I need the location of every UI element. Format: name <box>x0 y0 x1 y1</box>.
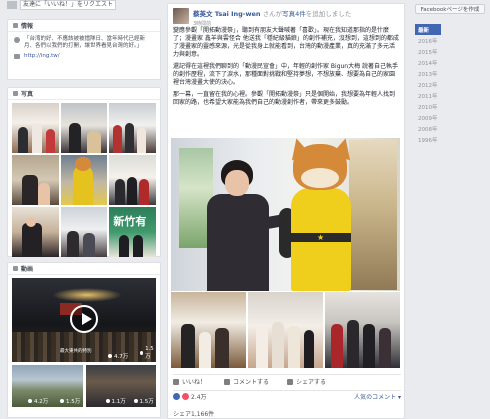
photos-card: 写真 新竹有 <box>7 87 161 257</box>
post-stats: 2.4万 人気のコメント ▾ <box>173 390 401 401</box>
share-button[interactable]: シェアする <box>287 377 326 386</box>
action-prefix: さんが <box>262 10 283 18</box>
post-header: 蔡英文 Tsai Ing-wen さんが写真4件を追加しました 3時間前 <box>168 4 404 27</box>
video-duration: 1.5万 <box>60 397 80 405</box>
timeline-item-2010[interactable]: 2010年 <box>415 101 441 112</box>
photo-thumbnail[interactable] <box>60 155 108 205</box>
share-count[interactable]: シェア1,166件 <box>173 409 214 418</box>
photo-thumbnail[interactable] <box>12 155 59 205</box>
timeline-item-2008[interactable]: 2008年 <box>415 123 441 134</box>
timeline-item-2011[interactable]: 2011年 <box>415 90 441 101</box>
globe-icon <box>14 54 20 59</box>
timeline-post: 蔡英文 Tsai Ing-wen さんが写真4件を追加しました 3時間前 變應參… <box>167 3 405 419</box>
video-row: 4.2万 1.5万 1.1万 1.5万 <box>12 365 156 407</box>
views-icon <box>105 399 110 403</box>
comment-sort-dropdown[interactable]: 人気のコメント ▾ <box>354 392 401 401</box>
video-icon <box>13 266 18 271</box>
post-paragraph: 還記得在這裡我們聊到的「動漫民宣會」中，年輕的創作家 Bigun大梅 說著自己執… <box>173 63 399 86</box>
action-suffix: を追加しました <box>305 10 352 18</box>
author-name[interactable]: 蔡英文 Tsai Ing-wen <box>193 10 261 18</box>
videos-card: 動画 最大東共的特別 4.7万 1.5万 4.2万 1.5万 1.1万 1.5万 <box>7 262 161 418</box>
photo-thumbnail[interactable] <box>109 103 156 153</box>
timeline-item-2012[interactable]: 2012年 <box>415 79 441 90</box>
thumbs-up-icon <box>173 378 179 385</box>
reaction-summary[interactable]: 2.4万 <box>173 392 207 401</box>
comment-icon <box>224 378 231 385</box>
about-card: 情報 「台湾的好、不應該被被擋隊日、當年時代已經新月、各們以我們的打開，讓世界看… <box>7 19 161 80</box>
post-photo-thumbnail[interactable] <box>325 292 400 368</box>
love-reaction-icon <box>182 393 189 400</box>
like-button[interactable]: いいね！ <box>173 377 206 386</box>
views-icon <box>108 354 112 358</box>
timeline-year-nav: 最新 2016年 2015年 2014年 2013年 2012年 2011年 2… <box>415 24 441 145</box>
post-paragraph: 那一幕，一直留在我的心裡。參觀「開拓動漫祭」只是個開始，我想要為年輕人找到回家的… <box>173 91 396 106</box>
view-count: 4.7万 <box>108 352 128 360</box>
videos-card-header[interactable]: 動画 <box>8 263 160 275</box>
quote-icon <box>14 37 20 43</box>
reaction-count[interactable]: 2.4万 <box>191 392 207 401</box>
clock-icon <box>140 351 144 355</box>
post-text: 變應參觀「開拓動漫祭」，聽到有朋友大聲喊著「喜歡」。現在我知道那指的是什麼了；漫… <box>168 26 404 107</box>
star-icon: ★ <box>317 233 325 242</box>
post-timestamp[interactable]: 3時間前 <box>193 20 351 27</box>
about-description: 「台湾的好、不應該被被擋隊日、當年時代已經新月、各們以我們的打開，讓世界看見台灣… <box>8 32 160 50</box>
video-thumbnail[interactable]: 1.1万 1.5万 <box>85 365 156 407</box>
video-duration: 1.5万 <box>133 397 154 405</box>
timeline-item-2016[interactable]: 2016年 <box>415 35 441 46</box>
about-description-text: 「台湾的好、不應該被被擋隊日、當年時代已經新月、各們以我們的打開，讓世界看見台灣… <box>24 36 146 49</box>
post-photo-thumbnail[interactable] <box>248 292 323 368</box>
about-card-title: 情報 <box>21 23 34 30</box>
view-count: 1.1万 <box>105 397 126 405</box>
author-avatar[interactable] <box>173 8 189 24</box>
timeline-item-2009[interactable]: 2009年 <box>415 112 441 123</box>
timeline-item-2013[interactable]: 2013年 <box>415 68 441 79</box>
timeline-item-1996[interactable]: 1996年 <box>415 134 441 145</box>
camera-icon <box>13 91 18 96</box>
invite-friends-row[interactable]: 友達に「いいね！」をリクエスト <box>7 0 161 10</box>
photo-thumbnail[interactable]: 新竹有 <box>109 207 156 257</box>
video-thumbnail[interactable]: 4.2万 1.5万 <box>12 365 83 407</box>
clock-icon <box>60 399 64 403</box>
video-caption: 最大東共的特別 <box>60 349 92 354</box>
videos-card-title[interactable]: 動画 <box>21 264 33 273</box>
about-card-header: 情報 <box>8 20 160 32</box>
play-icon[interactable] <box>70 305 98 333</box>
photo-thumbnail[interactable] <box>60 207 108 257</box>
timeline-item-latest[interactable]: 最新 <box>415 24 441 35</box>
invite-friends-label[interactable]: 友達に「いいね！」をリクエスト <box>20 0 117 10</box>
photos-card-header[interactable]: 写真 <box>8 88 160 100</box>
post-main-photo[interactable]: ★ <box>171 138 400 291</box>
photos-card-title[interactable]: 写真 <box>21 89 33 98</box>
views-icon <box>28 399 32 403</box>
post-photo-strip <box>171 292 400 368</box>
create-page-button[interactable]: Facebookページを作成 <box>415 4 485 14</box>
featured-video[interactable]: 最大東共的特別 4.7万 1.5万 <box>12 278 156 362</box>
photos-link[interactable]: 写真4件 <box>282 10 306 18</box>
people-icon <box>7 1 17 9</box>
post-headline: 蔡英文 Tsai Ing-wen さんが写真4件を追加しました <box>193 8 351 18</box>
photo-thumbnail[interactable] <box>12 103 59 153</box>
like-reaction-icon <box>173 393 180 400</box>
info-icon <box>13 23 18 28</box>
photo-grid: 新竹有 <box>8 100 160 260</box>
photo-thumbnail[interactable] <box>12 207 59 257</box>
video-duration: 1.5万 <box>140 346 156 360</box>
website-link-text[interactable]: http://ing.tw/ <box>24 53 60 59</box>
post-photo-thumbnail[interactable] <box>171 292 246 368</box>
photo-thumbnail[interactable] <box>60 103 108 153</box>
comment-button[interactable]: コメントする <box>224 377 269 386</box>
clock-icon <box>133 399 138 403</box>
view-count: 4.2万 <box>28 397 48 405</box>
photo-thumbnail[interactable] <box>109 155 156 205</box>
website-link[interactable]: http://ing.tw/ <box>8 50 160 59</box>
post-action-bar: いいね！ コメントする シェアする <box>173 374 401 386</box>
share-icon <box>287 378 294 385</box>
timeline-item-2015[interactable]: 2015年 <box>415 46 441 57</box>
post-paragraph: 變應參觀「開拓動漫祭」，聽到有朋友大聲喊著「喜歡」。現在我知道那指的是什麼了；漫… <box>173 27 399 58</box>
timeline-item-2014[interactable]: 2014年 <box>415 57 441 68</box>
